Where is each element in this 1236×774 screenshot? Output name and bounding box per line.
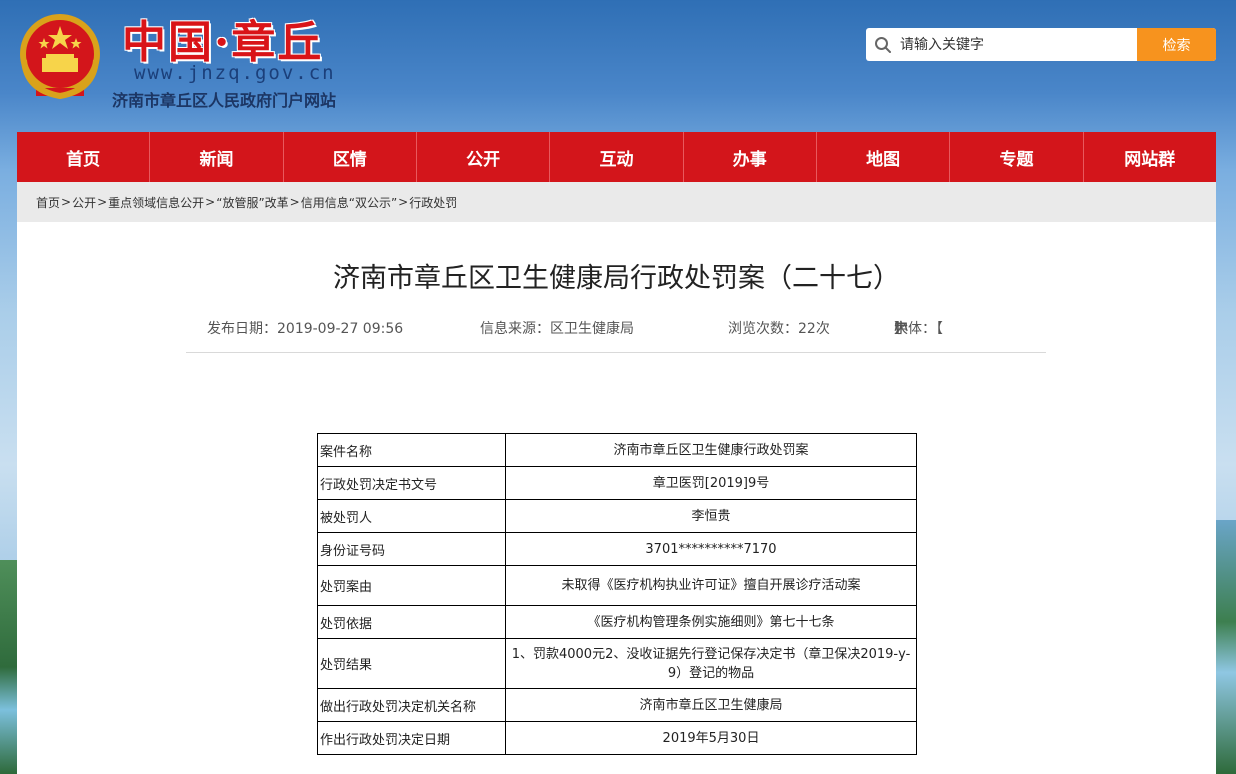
nav-item-site-group[interactable]: 网站群 [1084, 132, 1216, 182]
table-cell-value: 1、罚款4000元2、没收证据先行登记保存决定书（章卫保决2019-y-9）登记… [505, 638, 917, 689]
publish-date: 发布日期：2019-09-27 09:56 [207, 321, 404, 337]
site-subtitle: 济南市章丘区人民政府门户网站 [112, 91, 337, 110]
table-row: 被处罚人 李恒贵 [317, 499, 917, 533]
breadcrumb-separator: > [289, 195, 300, 209]
site-title: 中国·章丘 [122, 17, 324, 68]
breadcrumb-public[interactable]: 公开 [72, 194, 96, 211]
national-emblem-icon [16, 10, 104, 102]
breadcrumb-separator: > [205, 195, 216, 209]
site-url: www.jnzq.gov.cn [134, 62, 336, 84]
table-row: 作出行政处罚决定日期 2019年5月30日 [317, 721, 917, 755]
nav-item-home[interactable]: 首页 [17, 132, 151, 182]
breadcrumb-admin-penalty[interactable]: 行政处罚 [409, 194, 457, 211]
breadcrumb-separator: > [61, 195, 72, 209]
table-row: 行政处罚决定书文号 章卫医罚[2019]9号 [317, 466, 917, 500]
article-content: 济南市章丘区卫生健康局行政处罚案（二十七） 发布日期：2019-09-27 09… [17, 222, 1216, 774]
page-title: 济南市章丘区卫生健康局行政处罚案（二十七） [333, 263, 900, 294]
table-cell-label: 处罚结果 [317, 638, 506, 689]
breadcrumb-reform[interactable]: “放管服”改革 [216, 194, 288, 211]
divider [186, 352, 1046, 353]
table-row: 处罚结果 1、罚款4000元2、没收证据先行登记保存决定书（章卫保决2019-y… [317, 638, 917, 689]
table-cell-label: 案件名称 [317, 433, 506, 467]
nav-item-district-info[interactable]: 区情 [284, 132, 417, 182]
table-cell-value: 章卫医罚[2019]9号 [505, 466, 917, 500]
nav-item-public[interactable]: 公开 [417, 132, 551, 182]
breadcrumb-separator: > [97, 195, 108, 209]
table-cell-label: 处罚案由 [317, 565, 506, 606]
breadcrumb-home[interactable]: 首页 [36, 194, 60, 211]
table-cell-value: 3701**********7170 [505, 532, 917, 566]
table-cell-label: 身份证号码 [317, 532, 506, 566]
search-box: 检索 [866, 28, 1216, 61]
nav-item-services[interactable]: 办事 [684, 132, 817, 182]
case-info-table: 案件名称 济南市章丘区卫生健康行政处罚案 行政处罚决定书文号 章卫医罚[2019… [317, 433, 917, 755]
main-nav: 首页 新闻 区情 公开 互动 办事 地图 专题 网站群 [17, 132, 1216, 182]
table-row: 做出行政处罚决定机关名称 济南市章丘区卫生健康局 [317, 688, 917, 722]
table-cell-label: 行政处罚决定书文号 [317, 466, 506, 500]
table-cell-value: 2019年5月30日 [505, 721, 917, 755]
table-cell-value: 李恒贵 [505, 499, 917, 533]
table-row: 案件名称 济南市章丘区卫生健康行政处罚案 [317, 433, 917, 467]
table-cell-value: 济南市章丘区卫生健康行政处罚案 [505, 433, 917, 467]
table-cell-value: 《医疗机构管理条例实施细则》第七十七条 [505, 605, 917, 639]
nav-item-map[interactable]: 地图 [817, 132, 951, 182]
background-scenery-right [1216, 520, 1236, 774]
site-header: 中国·章丘 www.jnzq.gov.cn 济南市章丘区人民政府门户网站 检索 [0, 0, 1236, 131]
breadcrumb-credit-info[interactable]: 信用信息“双公示” [301, 194, 397, 211]
table-row: 处罚案由 未取得《医疗机构执业许可证》擅自开展诊疗活动案 [317, 565, 917, 606]
table-cell-label: 作出行政处罚决定日期 [317, 721, 506, 755]
search-button[interactable]: 检索 [1137, 28, 1216, 61]
table-cell-label: 处罚依据 [317, 605, 506, 639]
table-cell-value: 济南市章丘区卫生健康局 [505, 688, 917, 722]
breadcrumb-key-areas[interactable]: 重点领域信息公开 [108, 194, 204, 211]
table-row: 身份证号码 3701**********7170 [317, 532, 917, 566]
font-size-bracket: 】 [894, 321, 908, 337]
nav-item-interaction[interactable]: 互动 [550, 132, 684, 182]
article-meta: 发布日期：2019-09-27 09:56 信息来源：区卫生健康局 浏览次数：2… [207, 318, 1027, 338]
table-row: 处罚依据 《医疗机构管理条例实施细则》第七十七条 [317, 605, 917, 639]
search-input[interactable] [900, 28, 1137, 61]
table-cell-value: 未取得《医疗机构执业许可证》擅自开展诊疗活动案 [505, 565, 917, 606]
breadcrumb: 首页 > 公开 > 重点领域信息公开 > “放管服”改革 > 信用信息“双公示”… [17, 182, 1216, 222]
table-cell-label: 被处罚人 [317, 499, 506, 533]
breadcrumb-separator: > [398, 195, 409, 209]
background-scenery-left [0, 560, 18, 774]
nav-item-topics[interactable]: 专题 [950, 132, 1084, 182]
info-source: 信息来源：区卫生健康局 [480, 321, 634, 337]
table-cell-label: 做出行政处罚决定机关名称 [317, 688, 506, 722]
search-icon [866, 28, 900, 61]
view-count: 浏览次数：22次 [728, 321, 830, 337]
nav-item-news[interactable]: 新闻 [150, 132, 284, 182]
